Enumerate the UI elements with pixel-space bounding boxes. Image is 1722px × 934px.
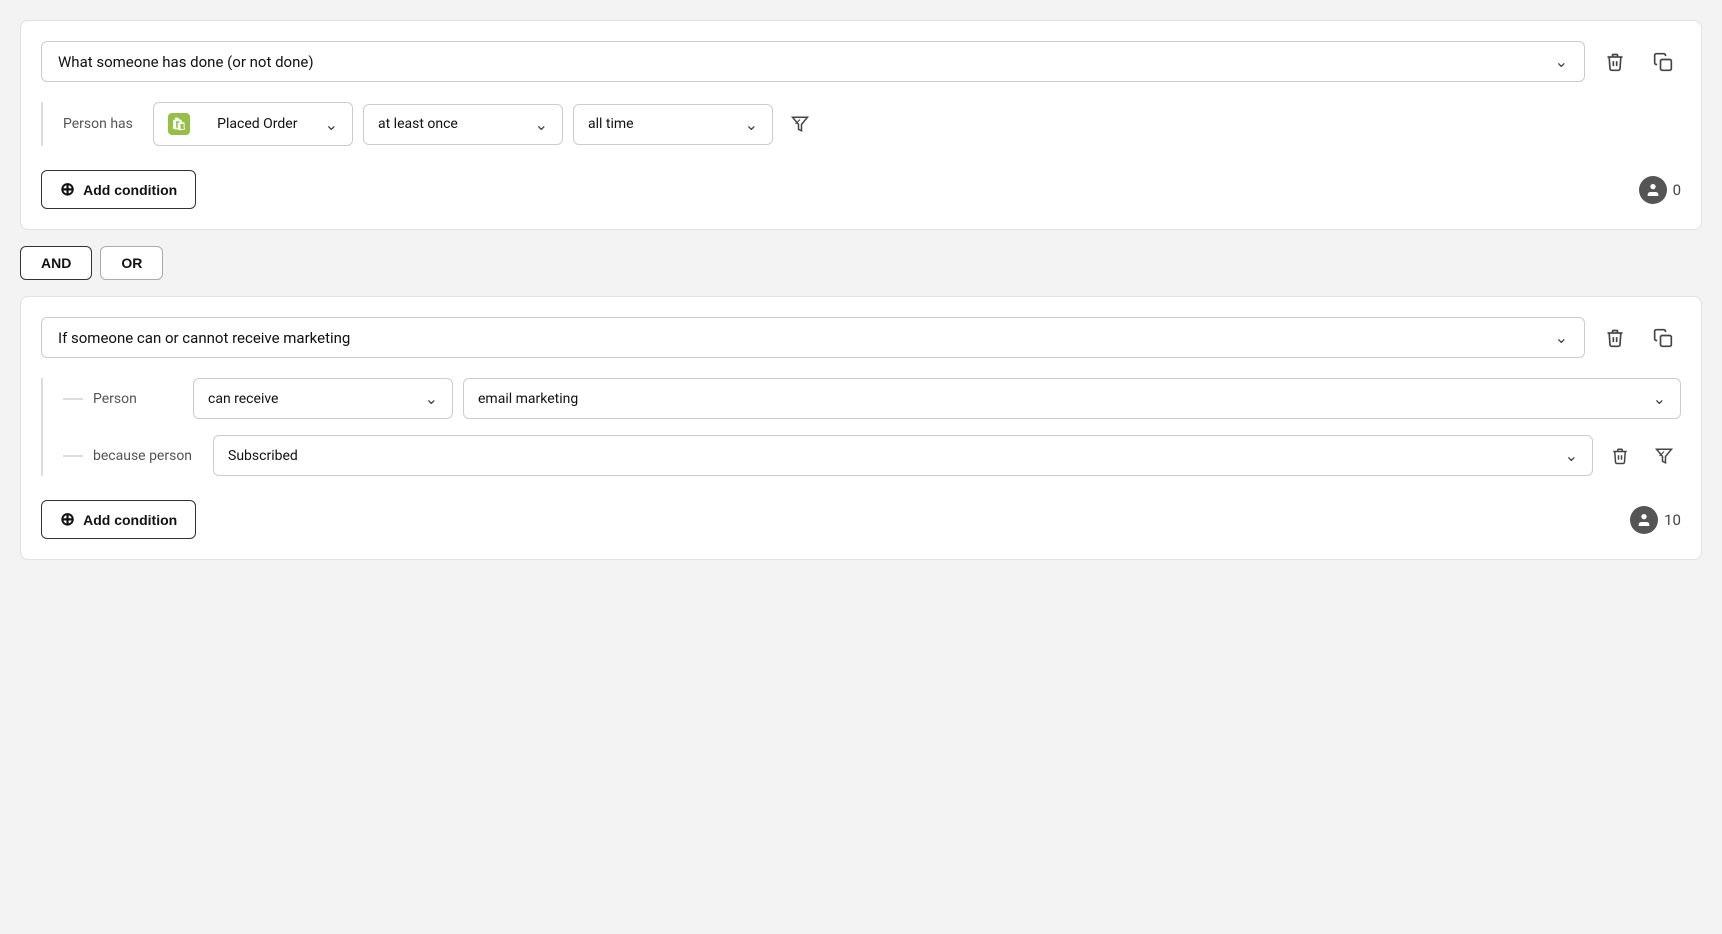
block2-user-icon — [1630, 506, 1658, 534]
block2-count-value: 10 — [1664, 511, 1681, 529]
block2-header: If someone can or cannot receive marketi… — [41, 317, 1681, 358]
block1-user-count: 0 — [1639, 176, 1681, 204]
shopify-icon: 🛍 — [168, 113, 190, 135]
block2-person-label: Person — [93, 391, 183, 407]
block1-add-circle-icon: ⊕ — [60, 179, 75, 200]
block1-footer: ⊕ Add condition 0 — [41, 170, 1681, 209]
block2-add-condition-button[interactable]: ⊕ Add condition — [41, 500, 196, 539]
block1-person-has-row: Person has 🛍 Placed Order ⌄ at least onc… — [63, 102, 1681, 146]
or-button[interactable]: OR — [100, 246, 163, 280]
block2-person-row: Person can receive ⌄ email marketing ⌄ — [63, 378, 1681, 419]
block1-count-value: 0 — [1673, 181, 1681, 199]
block2-main-select-label: If someone can or cannot receive marketi… — [58, 329, 350, 347]
can-receive-chevron: ⌄ — [425, 389, 438, 408]
block2-add-circle-icon: ⊕ — [60, 509, 75, 530]
block2-add-condition-label: Add condition — [83, 512, 177, 528]
subscribed-label: Subscribed — [228, 448, 298, 464]
block1-frequency-select[interactable]: at least once ⌄ — [363, 104, 563, 145]
subscribed-chevron: ⌄ — [1565, 446, 1578, 465]
block2-delete-button[interactable] — [1597, 320, 1633, 356]
block2-footer: ⊕ Add condition 10 — [41, 500, 1681, 539]
can-receive-label: can receive — [208, 391, 278, 407]
frequency-chevron: ⌄ — [535, 115, 548, 134]
block2-can-receive-select[interactable]: can receive ⌄ — [193, 378, 453, 419]
block2-main-select-chevron: ⌄ — [1555, 328, 1568, 347]
block2-user-count: 10 — [1630, 506, 1681, 534]
block1-main-select-label: What someone has done (or not done) — [58, 53, 314, 71]
block2-subscribed-delete-button[interactable] — [1603, 439, 1637, 473]
block2-conditions-wrapper: Person can receive ⌄ email marketing ⌄ b… — [41, 378, 1681, 476]
block1-main-select-chevron: ⌄ — [1555, 52, 1568, 71]
time-chevron: ⌄ — [745, 115, 758, 134]
block2-email-marketing-select[interactable]: email marketing ⌄ — [463, 378, 1681, 419]
block1-delete-button[interactable] — [1597, 44, 1633, 80]
block2-because-row: because person Subscribed ⌄ — [63, 435, 1681, 476]
block1-main-select[interactable]: What someone has done (or not done) ⌄ — [41, 41, 1585, 82]
block1-person-has-label: Person has — [63, 116, 143, 132]
block1-copy-button[interactable] — [1645, 44, 1681, 80]
time-label: all time — [588, 116, 634, 132]
block2-subscribed-filter-button[interactable] — [1647, 439, 1681, 473]
block2-main-select[interactable]: If someone can or cannot receive marketi… — [41, 317, 1585, 358]
block1-time-select[interactable]: all time ⌄ — [573, 104, 773, 145]
email-marketing-label: email marketing — [478, 391, 578, 407]
block2-because-label: because person — [93, 448, 203, 464]
block1-header: What someone has done (or not done) ⌄ — [41, 41, 1681, 82]
condition-block-1: What someone has done (or not done) ⌄ Pe… — [20, 20, 1702, 230]
operator-row: AND OR — [20, 246, 1702, 280]
frequency-label: at least once — [378, 116, 458, 132]
block1-placed-order-select[interactable]: 🛍 Placed Order ⌄ — [153, 102, 353, 146]
block2-copy-button[interactable] — [1645, 320, 1681, 356]
block1-filter-button[interactable] — [783, 107, 817, 141]
and-button[interactable]: AND — [20, 246, 92, 280]
placed-order-chevron: ⌄ — [325, 115, 338, 134]
block1-conditions-wrapper: Person has 🛍 Placed Order ⌄ at least onc… — [41, 102, 1681, 146]
block2-subscribed-select[interactable]: Subscribed ⌄ — [213, 435, 1593, 476]
email-marketing-chevron: ⌄ — [1653, 389, 1666, 408]
condition-block-2: If someone can or cannot receive marketi… — [20, 296, 1702, 560]
block1-add-condition-button[interactable]: ⊕ Add condition — [41, 170, 196, 209]
block1-add-condition-label: Add condition — [83, 182, 177, 198]
block1-user-icon — [1639, 176, 1667, 204]
placed-order-label: Placed Order — [217, 116, 297, 132]
